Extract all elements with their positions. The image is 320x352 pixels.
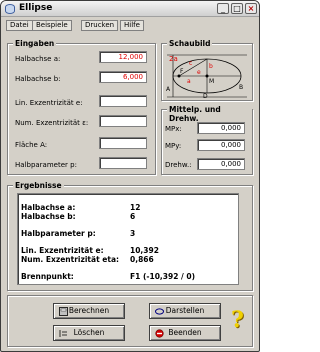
beenden-label: Beenden [168,328,202,337]
label-b: b [209,63,213,70]
label-m: M [209,78,214,85]
result-halbachse-b-label: Halbachse b: [21,212,76,221]
drehwinkel-label: Drehw.: [165,161,192,169]
mpy-label: MPy: [165,142,182,150]
label-f: F [180,68,184,75]
label-a: a [187,78,191,85]
result-lin-exz-value: 10,392 [130,246,159,255]
mpy-input[interactable]: 0,000 [197,139,245,151]
help-question-icon[interactable]: ? [231,307,244,333]
loeschen-button[interactable]: Löschen [53,325,125,341]
label-e: e [197,69,201,76]
results-panel: Halbachse a: 12 Halbachse b: 6 Halbparam… [17,193,239,285]
beenden-button[interactable]: Beenden [149,325,221,341]
berechnen-label: Berechnen [68,306,110,315]
halbparameter-input[interactable] [99,157,147,169]
result-num-exz-label: Num. Exzentrizität eta: [21,255,120,264]
ergebnisse-title: Ergebnisse [13,181,64,190]
lin-exzentrizitaet-label: Lin. Exzentrizität e: [15,99,83,107]
menu-hilfe[interactable]: Hilfe [120,20,144,31]
minimize-button[interactable]: _ [217,3,229,14]
halbachse-b-input[interactable]: 6,000 [99,71,147,83]
label-2a: 2a [169,55,178,63]
menu-beispiele[interactable]: Beispiele [32,20,72,31]
menu-drucken[interactable]: Drucken [81,20,119,31]
halbachse-b-label: Halbachse b: [15,75,61,83]
mpx-label: MPx: [165,125,182,133]
result-brennpunkt-label: Brennpunkt: [21,272,74,281]
berechnen-button[interactable]: Berechnen [53,303,125,319]
num-exzentrizitaet-input[interactable] [99,115,147,127]
schaubild-title: Schaubild [167,39,213,48]
flaeche-label: Fläche A: [15,141,48,149]
drehwinkel-input[interactable]: 0,000 [197,158,245,170]
menu-bar: Datei Beispiele Drucken Hilfe [1,18,259,32]
app-window: Ellipse _ □ × Datei Beispiele Drucken Hi… [0,0,260,352]
eingaben-title: Eingaben [13,39,57,48]
halbachse-a-label: Halbachse a: [15,55,61,63]
ellipse-diagram: 2a c b F a e M A B D [166,54,247,99]
result-halbparameter-value: 3 [130,229,136,238]
calculator-icon [59,307,68,316]
mpx-input[interactable]: 0,000 [197,122,245,134]
num-exzentrizitaet-label: Num. Exzentrizität ε: [15,119,89,127]
flaeche-input[interactable] [99,137,147,149]
label-c: c [189,60,192,67]
result-halbachse-a-label: Halbachse a: [21,203,76,212]
ellipse-app-icon [5,4,15,14]
result-halbachse-b-value: 6 [130,212,136,221]
ellipse-draw-icon [155,308,164,315]
lin-exzentrizitaet-input[interactable] [99,95,147,107]
maximize-button[interactable]: □ [231,3,243,14]
window-title: Ellipse [19,3,53,13]
close-button[interactable]: × [245,3,257,14]
exit-icon [155,329,164,338]
label-point-a: A [166,86,171,93]
result-num-exz-value: 0,866 [130,255,154,264]
label-point-b: B [239,84,243,91]
loeschen-label: Löschen [73,328,105,337]
result-lin-exz-label: Lin. Exzentrizität e: [21,246,104,255]
darstellen-button[interactable]: Darstellen [149,303,221,319]
halbachse-a-input[interactable]: 12,000 [99,51,147,63]
menu-datei[interactable]: Datei [6,20,33,31]
result-brennpunkt-value: F1 (-10,392 / 0) [130,272,196,281]
halbparameter-label: Halbparameter p: [15,161,77,169]
clear-arrows-icon [59,330,67,337]
result-halbparameter-label: Halbparameter p: [21,229,96,238]
mittelpunkt-title: Mittelp. und Drehw. [167,105,252,123]
darstellen-label: Darstellen [165,306,205,315]
label-point-d: D [203,93,208,99]
title-bar[interactable]: Ellipse _ □ × [1,1,259,17]
result-halbachse-a-value: 12 [130,203,141,212]
